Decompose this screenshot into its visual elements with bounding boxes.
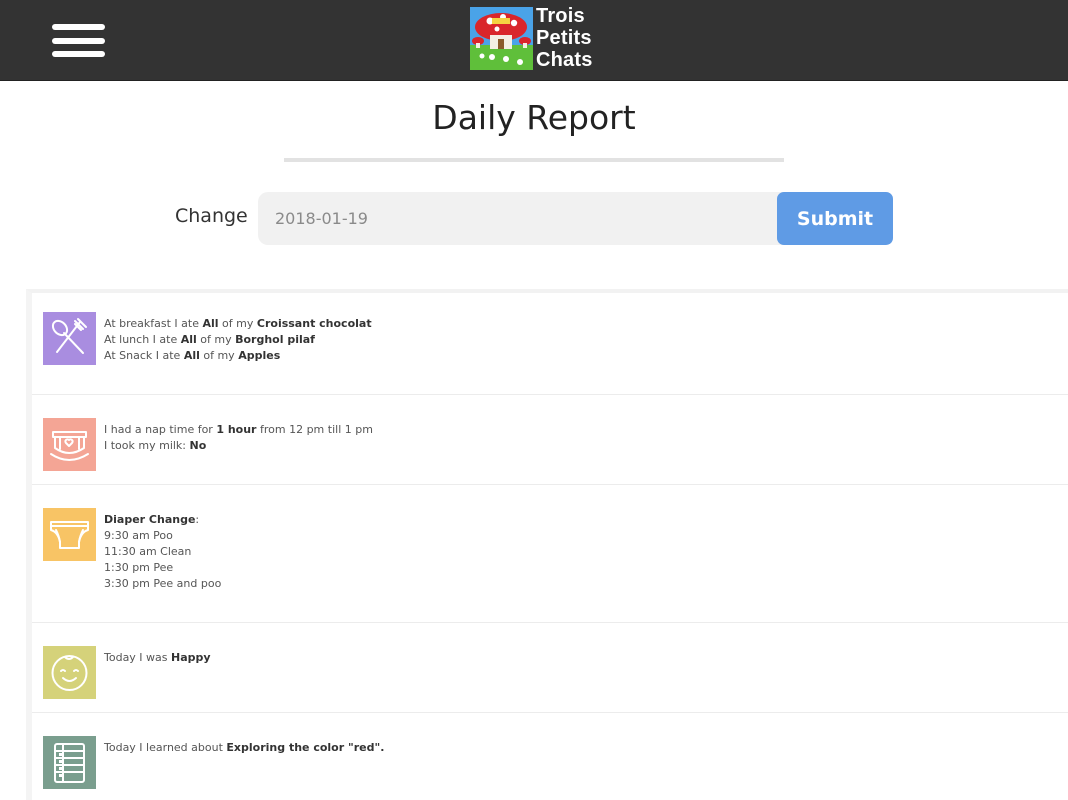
learning-prefix: Today I learned about [104, 741, 227, 754]
mood-value: Happy [171, 651, 211, 664]
menu-bar-line [52, 51, 105, 57]
baby-face-icon [43, 646, 96, 699]
page-title: Daily Report [432, 98, 636, 137]
change-date-label: Change [175, 205, 248, 227]
daily-report-card: At breakfast I ate All of my Croissant c… [26, 289, 1068, 800]
submit-button[interactable]: Submit [777, 192, 893, 245]
mood-text: Today I was Happy [104, 650, 211, 666]
entry-divider [32, 622, 1068, 623]
menu-bar-line [52, 38, 105, 44]
logo-wordmark: Trois Petits Chats [536, 5, 593, 71]
breakfast-mid: of my [218, 317, 257, 330]
breakfast-line: At breakfast I ate All of my Croissant c… [104, 316, 372, 332]
title-divider [284, 158, 784, 162]
logo-line: Trois [536, 5, 585, 27]
diaper-heading-suffix: : [195, 513, 200, 526]
abacus-icon [43, 736, 96, 789]
diaper-icon [43, 508, 96, 561]
lunch-prefix: At lunch I ate [104, 333, 181, 346]
site-logo[interactable]: Trois Petits Chats [470, 5, 602, 73]
nap-prefix: I had a nap time for [104, 423, 217, 436]
lunch-line: At lunch I ate All of my Borghol pilaf [104, 332, 372, 348]
nap-suffix: from 12 pm till 1 pm [256, 423, 373, 436]
lunch-mid: of my [196, 333, 236, 346]
diaper-text: Diaper Change: 9:30 am Poo 11:30 am Clea… [104, 512, 221, 592]
meals-text: At breakfast I ate All of my Croissant c… [104, 316, 372, 364]
lunch-food: Borghol pilaf [235, 333, 315, 346]
diaper-heading-line: Diaper Change: [104, 512, 221, 528]
nap-text: I had a nap time for 1 hour from 12 pm t… [104, 422, 373, 454]
logo-line: Chats [536, 49, 593, 71]
lunch-amount: All [180, 333, 197, 346]
logo-line: Petits [536, 27, 592, 49]
diaper-change-item: 11:30 am Clean [104, 545, 192, 558]
nap-line: I had a nap time for 1 hour from 12 pm t… [104, 422, 373, 438]
milk-value: No [189, 439, 207, 452]
snack-mid: of my [199, 349, 239, 362]
diaper-change-item: 9:30 am Poo [104, 529, 173, 542]
breakfast-amount: All [202, 317, 219, 330]
diaper-heading: Diaper Change [104, 513, 196, 526]
diaper-change-item: 1:30 pm Pee [104, 561, 174, 574]
entry-divider [32, 484, 1068, 485]
snack-amount: All [183, 349, 200, 362]
mushroom-house-logo-icon [470, 7, 533, 70]
date-input[interactable] [258, 192, 798, 245]
snack-food: Apples [238, 349, 281, 362]
entry-divider [32, 712, 1068, 713]
breakfast-prefix: At breakfast I ate [104, 317, 203, 330]
mood-prefix: Today I was [104, 651, 172, 664]
milk-prefix: I took my milk: [104, 439, 190, 452]
hamburger-menu-icon[interactable] [52, 24, 105, 58]
entry-divider [32, 394, 1068, 395]
breakfast-food: Croissant chocolat [256, 317, 372, 330]
learning-line: Today I learned about Exploring the colo… [104, 740, 384, 756]
mood-line: Today I was Happy [104, 650, 211, 666]
milk-line: I took my milk: No [104, 438, 373, 454]
learning-topic: Exploring the color "red". [226, 741, 385, 754]
cradle-icon [43, 418, 96, 471]
diaper-change-item: 3:30 pm Pee and poo [104, 577, 222, 590]
utensils-icon [43, 312, 96, 365]
top-navigation-bar: Trois Petits Chats [0, 0, 1068, 81]
snack-prefix: At Snack I ate [104, 349, 184, 362]
nap-duration: 1 hour [216, 423, 257, 436]
learning-text: Today I learned about Exploring the colo… [104, 740, 384, 756]
menu-bar-line [52, 24, 105, 30]
snack-line: At Snack I ate All of my Apples [104, 348, 372, 364]
